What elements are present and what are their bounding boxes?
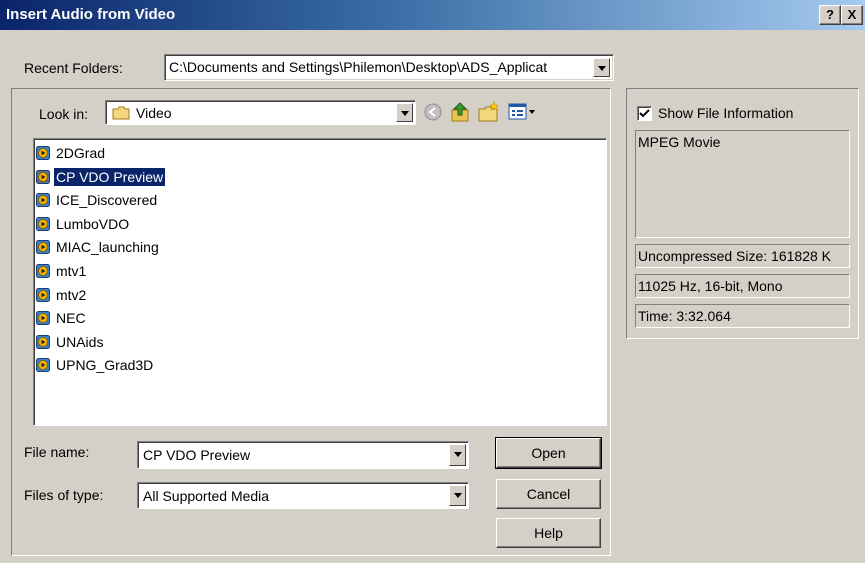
folder-icon xyxy=(112,106,130,120)
media-file-icon xyxy=(36,193,50,208)
recent-folders-dropdown-icon[interactable] xyxy=(593,58,610,77)
recent-folders-combo[interactable]: C:\Documents and Settings\Philemon\Deskt… xyxy=(164,54,614,81)
back-arrow-icon[interactable] xyxy=(421,101,445,123)
file-name-label: File name: xyxy=(24,444,90,460)
look-in-label: Look in: xyxy=(39,106,89,122)
help-button[interactable]: Help xyxy=(496,518,601,548)
look-in-value: Video xyxy=(136,105,172,121)
file-list[interactable]: 2DGrad CP VDO Preview ICE_Discovered LumboV… xyxy=(33,138,607,426)
help-title-button[interactable]: ? xyxy=(819,5,841,25)
recent-folders-label: Recent Folders: xyxy=(24,60,123,76)
title-bar: Insert Audio from Video ? X xyxy=(0,0,865,30)
file-name-dropdown-icon[interactable] xyxy=(449,444,466,466)
media-file-icon xyxy=(36,311,50,326)
view-menu-icon[interactable] xyxy=(507,101,539,123)
file-name-text: MIAC_launching xyxy=(56,239,159,256)
file-name-text: mtv1 xyxy=(56,263,87,279)
file-name-text: UNAids xyxy=(56,333,104,350)
file-name-text: NEC xyxy=(56,310,86,327)
media-file-icon xyxy=(36,287,50,302)
file-type-dropdown-icon[interactable] xyxy=(449,485,466,506)
look-in-combo[interactable]: Video xyxy=(105,100,416,125)
up-folder-icon[interactable] xyxy=(449,101,473,123)
toolbar xyxy=(421,101,561,125)
file-name-combo[interactable]: CP VDO Preview xyxy=(137,441,469,469)
file-description: MPEG Movie xyxy=(635,130,850,238)
audio-format: 11025 Hz, 16-bit, Mono xyxy=(635,274,850,298)
show-info-checkbox[interactable] xyxy=(637,106,652,121)
file-type-combo[interactable]: All Supported Media xyxy=(137,482,469,509)
media-file-icon xyxy=(36,240,50,255)
checkmark-icon xyxy=(639,109,650,118)
file-name-value: CP VDO Preview xyxy=(143,447,251,463)
media-file-icon xyxy=(36,358,50,373)
file-name-text: ICE_Discovered xyxy=(56,192,158,209)
close-button[interactable]: X xyxy=(841,5,863,25)
media-file-icon xyxy=(36,216,50,231)
show-info-label: Show File Information xyxy=(658,105,794,121)
media-file-icon xyxy=(36,264,50,278)
file-type-label: Files of type: xyxy=(24,487,104,503)
uncompressed-size: Uncompressed Size: 161828 K xyxy=(635,244,850,268)
file-name-text: LumboVDO xyxy=(56,215,130,232)
file-name-text: mtv2 xyxy=(56,286,87,303)
recent-folders-value: C:\Documents and Settings\Philemon\Deskt… xyxy=(169,59,548,75)
dialog-title: Insert Audio from Video xyxy=(6,6,176,23)
look-in-dropdown-icon[interactable] xyxy=(396,103,413,122)
media-file-icon xyxy=(36,334,50,349)
file-name-text: 2DGrad xyxy=(56,145,106,161)
duration: Time: 3:32.064 xyxy=(635,304,850,328)
new-folder-icon[interactable] xyxy=(477,101,501,123)
cancel-button[interactable]: Cancel xyxy=(496,479,601,509)
file-name-text: CP VDO Preview xyxy=(54,167,166,186)
open-button[interactable]: Open xyxy=(495,437,602,469)
media-file-icon xyxy=(36,169,50,184)
file-name-text: UPNG_Grad3D xyxy=(56,357,154,374)
file-type-value: All Supported Media xyxy=(143,488,270,504)
media-file-icon xyxy=(36,146,50,160)
